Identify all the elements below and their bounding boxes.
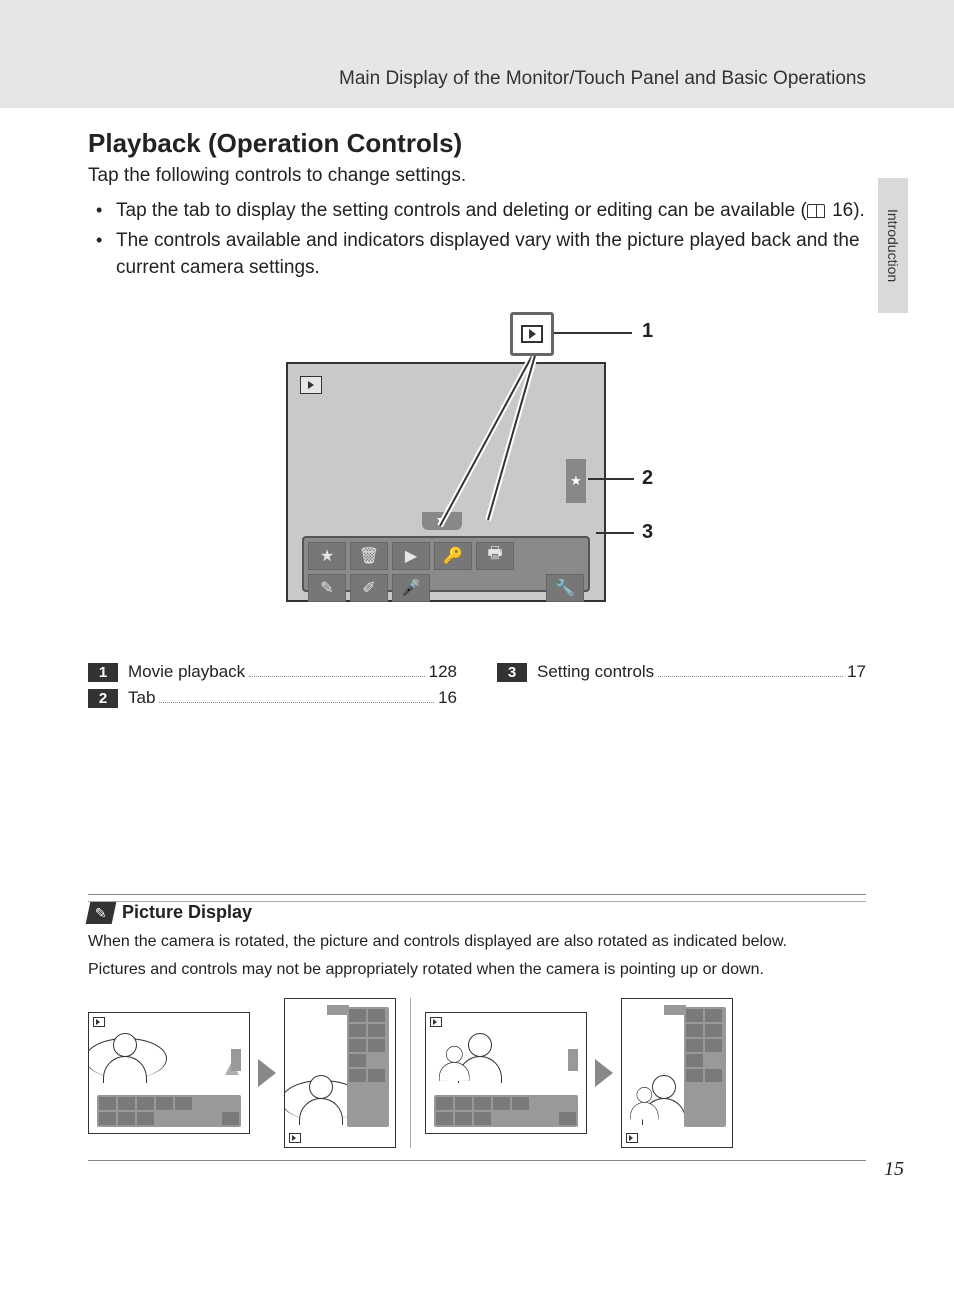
section-heading: Playback (Operation Controls) <box>88 128 866 159</box>
arrow-icon <box>258 1059 276 1087</box>
bullet-item: Tap the tab to display the setting contr… <box>88 197 866 225</box>
note-section: ✎ Picture Display When the camera is rot… <box>88 894 866 1161</box>
note-paragraph: When the camera is rotated, the picture … <box>88 930 866 954</box>
protect-icon[interactable]: 🔑 <box>434 542 472 570</box>
tab-handle <box>231 1049 241 1071</box>
callout-number-3: 3 <box>642 521 653 544</box>
legend-label: Tab <box>128 688 155 708</box>
legend-page: 17 <box>847 662 866 682</box>
play-icon <box>93 1017 105 1027</box>
page-content: Playback (Operation Controls) Tap the fo… <box>0 128 954 1201</box>
legend-row: 1 Movie playback 128 <box>88 662 457 682</box>
controls-panel <box>347 1007 389 1127</box>
chapter-side-tab: Introduction <box>878 178 908 313</box>
legend-label: Setting controls <box>537 662 654 682</box>
paint-icon[interactable]: ✎ <box>308 574 346 602</box>
callout-number-2: 2 <box>642 467 653 490</box>
camera-screen: ★ ★ 🗑 ▶ 🔑 🖶 ✎ ✐ 🎤 🔧 <box>286 362 606 602</box>
tab-handle <box>568 1049 578 1071</box>
legend-page: 16 <box>438 688 457 708</box>
thumb-portrait-scene <box>284 998 396 1148</box>
arrow-icon <box>595 1059 613 1087</box>
controls-panel <box>97 1095 241 1127</box>
bullet-item: The controls available and indicators di… <box>88 227 866 282</box>
retouch-icon[interactable]: ✐ <box>350 574 388 602</box>
page-header: Main Display of the Monitor/Touch Panel … <box>0 0 954 108</box>
thumb-landscape-scene <box>88 1012 250 1134</box>
note-title: Picture Display <box>122 902 252 923</box>
legend: 1 Movie playback 128 2 Tab 16 3 Setting … <box>88 662 866 714</box>
print-icon[interactable]: 🖶 <box>476 542 514 570</box>
thumb-portrait-people <box>621 998 733 1148</box>
play-icon <box>626 1133 638 1143</box>
legend-badge: 2 <box>88 689 118 708</box>
controls-panel <box>684 1007 726 1127</box>
legend-col-right: 3 Setting controls 17 <box>497 662 866 714</box>
legend-col-left: 1 Movie playback 128 2 Tab 16 <box>88 662 457 714</box>
legend-badge: 3 <box>497 663 527 682</box>
note-paragraph: Pictures and controls may not be appropr… <box>88 958 866 982</box>
slideshow-icon[interactable]: ▶ <box>392 542 430 570</box>
setting-controls-panel: ★ 🗑 ▶ 🔑 🖶 ✎ ✐ 🎤 🔧 <box>302 536 590 592</box>
note-header: ✎ Picture Display <box>88 901 866 924</box>
main-diagram: 1 ★ ★ 🗑 ▶ 🔑 🖶 ✎ ✐ <box>88 312 866 612</box>
tab-pulldown[interactable] <box>422 512 462 530</box>
page-number: 15 <box>884 1158 904 1181</box>
play-icon <box>521 325 543 343</box>
chapter-side-label: Introduction <box>885 209 901 282</box>
legend-row: 2 Tab 16 <box>88 688 457 708</box>
controls-panel <box>434 1095 578 1127</box>
legend-label: Movie playback <box>128 662 245 682</box>
book-icon <box>807 204 825 218</box>
tab-handle[interactable]: ★ <box>566 459 586 503</box>
header-title: Main Display of the Monitor/Touch Panel … <box>339 68 866 90</box>
legend-row: 3 Setting controls 17 <box>497 662 866 682</box>
section-intro: Tap the following controls to change set… <box>88 165 866 187</box>
rotation-figure <box>88 998 866 1148</box>
pencil-note-icon: ✎ <box>86 902 117 924</box>
legend-badge: 1 <box>88 663 118 682</box>
play-icon <box>430 1017 442 1027</box>
legend-page: 128 <box>429 662 457 682</box>
bullet-list: Tap the tab to display the setting contr… <box>88 197 866 282</box>
rating-icon[interactable]: ★ <box>308 542 346 570</box>
thumb-landscape-people <box>425 1012 587 1134</box>
playback-mode-icon <box>300 376 322 394</box>
play-icon <box>289 1133 301 1143</box>
voice-memo-icon[interactable]: 🎤 <box>392 574 430 602</box>
trash-icon[interactable]: 🗑 <box>350 542 388 570</box>
movie-playback-callout-icon <box>510 312 554 356</box>
setup-icon[interactable]: 🔧 <box>546 574 584 602</box>
callout-number-1: 1 <box>642 320 653 343</box>
